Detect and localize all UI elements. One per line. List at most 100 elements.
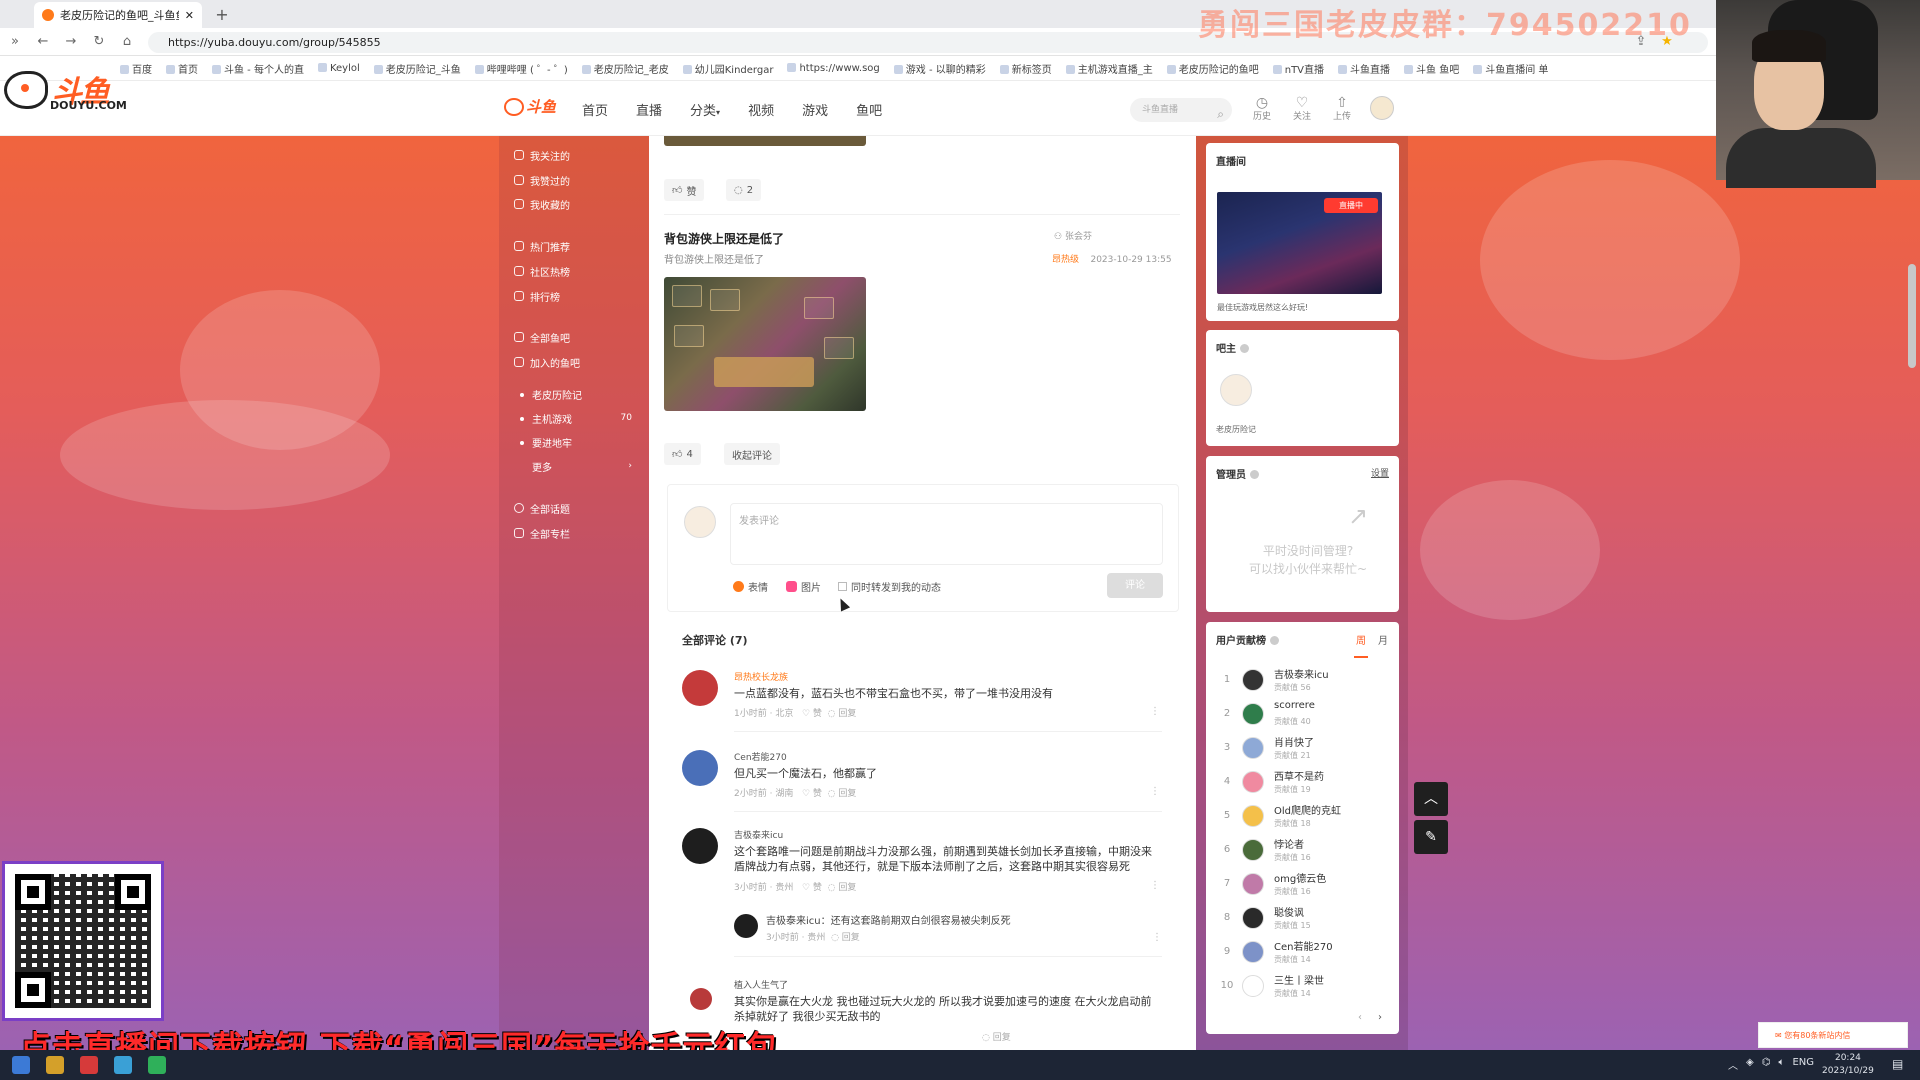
- home-icon[interactable]: ⌂: [118, 33, 136, 51]
- browser-icon[interactable]: [114, 1056, 132, 1074]
- browser-tab[interactable]: 老皮历险记的鱼吧_斗鱼鱼吧 ✕: [34, 2, 202, 28]
- more-options-icon[interactable]: ⋮: [1150, 786, 1160, 797]
- comment-author[interactable]: Cen若能270: [734, 750, 787, 763]
- ranking-prev-button[interactable]: ‹: [1358, 1012, 1362, 1023]
- upload-button[interactable]: ⇧ 上传: [1327, 95, 1357, 125]
- ranking-row[interactable]: 6 悖论者 贡献值 16: [1212, 834, 1392, 868]
- explorer-icon[interactable]: [46, 1056, 64, 1074]
- post-image[interactable]: [664, 277, 866, 411]
- yuba-logo[interactable]: 斗鱼: [504, 96, 562, 120]
- previous-like-button[interactable]: 👍︎ 赞: [664, 179, 705, 201]
- scroll-top-button[interactable]: ︿: [1414, 782, 1448, 816]
- bookmark-item[interactable]: 幼儿园Kindergar: [683, 61, 774, 76]
- bookmark-item[interactable]: 老皮历险记_老皮: [582, 61, 669, 76]
- rank-avatar[interactable]: [1242, 703, 1264, 725]
- bookmark-item[interactable]: 游戏 - 以聊的精彩: [894, 61, 986, 76]
- rank-name[interactable]: 肖肖快了: [1274, 734, 1314, 749]
- ranking-row[interactable]: 4 西草不是药 贡献值 19: [1212, 766, 1392, 800]
- more-options-icon[interactable]: ⋮: [1150, 880, 1160, 891]
- bookmark-item[interactable]: Keylol: [318, 63, 360, 74]
- comment-reply-button[interactable]: ◌ 回复: [828, 883, 857, 893]
- sidebar-item-topics[interactable]: 全部话题: [514, 499, 634, 517]
- reply-reply-button[interactable]: ◌ 回复: [831, 933, 860, 943]
- nav-video[interactable]: 视频: [748, 100, 774, 119]
- submit-comment-button[interactable]: 评论: [1107, 573, 1163, 598]
- ranking-row[interactable]: 3 肖肖快了 贡献值 21: [1212, 732, 1392, 766]
- search-icon[interactable]: ⌕: [1217, 102, 1224, 126]
- post-like-button[interactable]: 👍︎ 4: [664, 443, 701, 465]
- sidebar-item-hot[interactable]: 热门推荐: [514, 237, 634, 255]
- ranking-row[interactable]: 10 三生丨梁世 贡献值 14: [1212, 970, 1392, 1004]
- network-icon[interactable]: ⌬: [1762, 1057, 1771, 1072]
- comment-avatar[interactable]: [690, 988, 712, 1010]
- tab-close-icon[interactable]: ✕: [185, 9, 194, 22]
- joined-item-dungeon[interactable]: 要进地牢: [532, 433, 632, 451]
- bookmark-item[interactable]: nTV直播: [1273, 61, 1324, 76]
- emoji-button[interactable]: 表情: [733, 579, 768, 594]
- nav-live[interactable]: 直播: [636, 100, 662, 119]
- more-options-icon[interactable]: ⋮: [1152, 932, 1162, 943]
- comment-author[interactable]: 昂热校长龙族: [734, 670, 788, 683]
- user-avatar[interactable]: [1370, 96, 1394, 120]
- joined-item-laopi[interactable]: 老皮历险记: [532, 385, 632, 403]
- wechat-icon[interactable]: [148, 1056, 166, 1074]
- reload-icon[interactable]: ↻: [90, 33, 108, 51]
- message-notice[interactable]: ✉ 您有80条新站内信: [1758, 1022, 1908, 1048]
- notification-icon[interactable]: ▤: [1892, 1057, 1903, 1071]
- app-icon[interactable]: [80, 1056, 98, 1074]
- help-icon[interactable]: [1240, 344, 1249, 353]
- comment-avatar[interactable]: [682, 828, 718, 864]
- start-icon[interactable]: [12, 1056, 30, 1074]
- nav-home[interactable]: 首页: [582, 100, 608, 119]
- comment-avatar[interactable]: [682, 750, 718, 786]
- bookmark-item[interactable]: 首页: [166, 61, 198, 76]
- rank-name[interactable]: omg德云色: [1274, 870, 1326, 885]
- compose-post-button[interactable]: ✎: [1414, 820, 1448, 854]
- douyu-logo[interactable]: 斗鱼 DOUYU.COM: [4, 67, 130, 113]
- bookmark-item[interactable]: 斗鱼直播: [1338, 61, 1390, 76]
- taskbar-clock[interactable]: 20:24 2023/10/29: [1822, 1052, 1874, 1078]
- bookmark-item[interactable]: 斗鱼 鱼吧: [1404, 61, 1459, 76]
- ranking-row[interactable]: 9 Cen若能270 贡献值 14: [1212, 936, 1392, 970]
- sidebar-item-ranking[interactable]: 排行榜: [514, 287, 634, 305]
- rank-avatar[interactable]: [1242, 839, 1264, 861]
- tab-week[interactable]: 周: [1356, 632, 1366, 647]
- admin-settings-link[interactable]: 设置: [1371, 466, 1389, 479]
- comment-input[interactable]: 发表评论: [730, 503, 1163, 565]
- sidebar-item-liked[interactable]: 我赞过的: [514, 171, 634, 189]
- rank-avatar[interactable]: [1242, 737, 1264, 759]
- ranking-row[interactable]: 7 omg德云色 贡献值 16: [1212, 868, 1392, 902]
- sidebar-item-columns[interactable]: 全部专栏: [514, 524, 634, 542]
- language-indicator[interactable]: ENG: [1792, 1057, 1814, 1072]
- more-options-icon[interactable]: ⋮: [1150, 706, 1160, 717]
- scrollbar[interactable]: [1908, 264, 1916, 368]
- back-icon[interactable]: ←: [34, 33, 52, 51]
- sidebar-item-trending[interactable]: 社区热榜: [514, 262, 634, 280]
- joined-item-more[interactable]: 更多 ›: [532, 457, 632, 475]
- nav-category[interactable]: 分类▾: [690, 100, 720, 119]
- nav-game[interactable]: 游戏: [802, 100, 828, 119]
- comment-like-button[interactable]: ♡ 赞: [802, 789, 822, 799]
- comment-author[interactable]: 植入人生气了: [734, 978, 788, 991]
- rank-avatar[interactable]: [1242, 975, 1264, 997]
- comment-reply-button[interactable]: ◌ 回复: [828, 789, 857, 799]
- bookmark-item[interactable]: https://www.sog: [787, 63, 879, 74]
- live-caption[interactable]: 最佳玩游戏居然这么好玩!: [1217, 302, 1308, 313]
- sidebar-item-collected[interactable]: 我收藏的: [514, 195, 634, 213]
- tray-arrow-icon[interactable]: ︿: [1728, 1057, 1738, 1072]
- rank-name[interactable]: 吉极泰来icu: [1274, 666, 1329, 681]
- sidebar-item-following[interactable]: 我关注的: [514, 146, 634, 164]
- owner-avatar[interactable]: [1220, 374, 1252, 406]
- image-button[interactable]: 图片: [786, 579, 821, 594]
- bookmark-item[interactable]: 新标签页: [1000, 61, 1052, 76]
- ranking-row[interactable]: 1 吉极泰来icu 贡献值 56: [1212, 664, 1392, 698]
- forward-icon[interactable]: →: [62, 33, 80, 51]
- ranking-row[interactable]: 8 聪俊讽 贡献值 15: [1212, 902, 1392, 936]
- owner-name[interactable]: 老皮历险记: [1216, 424, 1256, 435]
- sidebar-item-joined-yuba[interactable]: 加入的鱼吧: [514, 353, 634, 371]
- ranking-row[interactable]: 2 scorrere 贡献值 40: [1212, 698, 1392, 732]
- rank-name[interactable]: 三生丨梁世: [1274, 972, 1324, 987]
- bookmark-item[interactable]: 老皮历险记_斗鱼: [374, 61, 461, 76]
- comment-author[interactable]: 吉极泰来icu: [734, 828, 783, 841]
- previous-post-image[interactable]: [664, 136, 866, 146]
